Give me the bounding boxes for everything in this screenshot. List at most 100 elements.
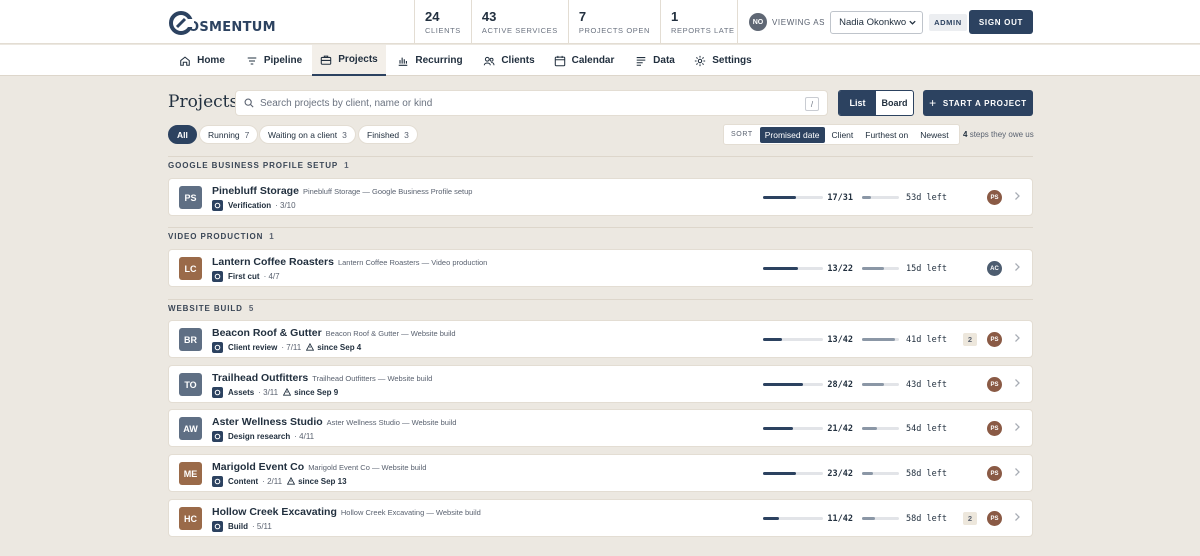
client-name: Lantern Coffee Roasters xyxy=(212,256,334,268)
nav-item-calendar[interactable]: Calendar xyxy=(546,45,622,76)
stat-value: 24 xyxy=(425,9,440,24)
time-progress-fill xyxy=(862,427,877,430)
project-row[interactable]: LC Lantern Coffee Roasters Lantern Coffee … xyxy=(168,249,1033,287)
filter-chip-finished[interactable]: Finished 3 xyxy=(358,125,418,144)
funnel-icon xyxy=(247,56,257,65)
filter-count: 3 xyxy=(404,129,409,140)
chevron-right-icon[interactable] xyxy=(1013,422,1021,435)
start-project-button[interactable]: + START A PROJECT xyxy=(923,90,1033,116)
task-progress-bar xyxy=(763,517,823,520)
client-avatar: BR xyxy=(179,328,202,351)
time-progress-fill xyxy=(862,383,885,386)
filter-count: 7 xyxy=(244,129,250,140)
filter-chip-running[interactable]: Running 7 xyxy=(199,125,259,144)
task-fraction: 17/31 xyxy=(827,193,853,203)
search-box[interactable]: / xyxy=(235,90,828,116)
sign-out-button[interactable]: SIGN OUT xyxy=(969,10,1033,34)
days-left: 53d left xyxy=(906,193,947,203)
chevron-right-icon[interactable] xyxy=(1013,262,1021,275)
warning-icon xyxy=(282,387,292,398)
stat-label: REPORTS LATE xyxy=(671,26,735,35)
filter-chip-all[interactable]: All xyxy=(168,125,197,144)
group-heading: WEBSITE BUILD 5 xyxy=(168,304,254,313)
step-icon xyxy=(212,476,223,487)
current-step: Build · 5/11 xyxy=(212,521,272,532)
task-progress-bar xyxy=(763,383,823,386)
nav-label: Clients xyxy=(501,55,535,66)
users-icon xyxy=(484,56,495,65)
group-count: 5 xyxy=(248,304,255,313)
step-icon xyxy=(212,271,223,282)
nav-item-clients[interactable]: Clients xyxy=(474,45,544,76)
group-divider xyxy=(168,227,1033,228)
nav-label: Home xyxy=(197,55,225,66)
step-name: Design research xyxy=(228,432,291,441)
project-title: Lantern Coffee Roasters Lantern Coffee Ro… xyxy=(212,256,487,268)
owed-steps-badge: 2 xyxy=(963,333,977,346)
viewing-as-label: VIEWING AS xyxy=(772,17,826,27)
task-fraction: 28/42 xyxy=(827,380,853,390)
view-board-button[interactable]: Board xyxy=(876,91,913,115)
step-number: · 4/7 xyxy=(263,272,280,281)
sort-option-newest[interactable]: Newest xyxy=(915,127,953,143)
current-step: Assets · 3/11 since Sep 9 xyxy=(212,387,338,398)
project-row[interactable]: HC Hollow Creek Excavating Hollow Creek Ex… xyxy=(168,499,1033,537)
project-row[interactable]: BR Beacon Roof & Gutter Beacon Roof & Gutt… xyxy=(168,320,1033,358)
brand-logo[interactable]: OSMENTUM xyxy=(168,8,276,38)
owner-avatar: PS xyxy=(987,466,1002,481)
step-icon xyxy=(212,521,223,532)
stat-active-services: 43 ACTIVE SERVICES xyxy=(470,0,568,44)
project-row[interactable]: ME Marigold Event Co Marigold Event Co — W… xyxy=(168,454,1033,492)
step-name: Verification xyxy=(228,201,272,210)
nav-item-home[interactable]: Home xyxy=(170,45,234,76)
client-avatar: HC xyxy=(179,507,202,530)
group-divider xyxy=(168,156,1033,157)
waiting-since: since Sep 13 xyxy=(298,477,347,486)
top-header: OSMENTUM 24 CLIENTS 43 ACTIVE SERVICES 7 PROJ… xyxy=(0,0,1200,44)
filter-label: Finished xyxy=(367,129,400,140)
nav-item-recurring[interactable]: Recurring xyxy=(390,45,470,76)
group-divider xyxy=(168,299,1033,300)
sort-option-furthest-on[interactable]: Furthest on xyxy=(860,127,913,143)
plus-icon: + xyxy=(929,96,937,110)
project-row[interactable]: AW Aster Wellness Studio Aster Wellness St… xyxy=(168,409,1033,447)
time-progress-bar xyxy=(862,427,899,430)
nav-item-pipeline[interactable]: Pipeline xyxy=(237,45,311,76)
brand-name: OSMENTUM xyxy=(188,20,276,35)
client-name: Trailhead Outfitters xyxy=(212,372,309,384)
nav-item-settings[interactable]: Settings xyxy=(688,45,758,76)
stat-label: ACTIVE SERVICES xyxy=(481,26,558,35)
client-avatar: ME xyxy=(179,462,202,485)
sort-option-client[interactable]: Client xyxy=(827,127,859,143)
project-row[interactable]: TO Trailhead Outfitters Trailhead Outfitte… xyxy=(168,365,1033,403)
sort-option-promised-date[interactable]: Promised date xyxy=(759,126,825,143)
view-list-button[interactable]: List xyxy=(839,91,876,115)
stats-bar: 24 CLIENTS 43 ACTIVE SERVICES 7 PROJECTS OPEN… xyxy=(414,0,745,44)
viewing-as-select[interactable]: Nadia Okonkwo xyxy=(830,10,924,34)
task-fraction: 23/42 xyxy=(827,469,853,479)
search-input[interactable] xyxy=(260,97,790,109)
sort-control: SORT Promised date Client Furthest on Newes… xyxy=(723,124,960,145)
client-avatar: PS xyxy=(179,186,202,209)
time-progress-fill xyxy=(862,472,874,475)
task-fraction: 13/42 xyxy=(827,335,853,345)
nav-item-projects[interactable]: Projects xyxy=(312,45,386,76)
client-name: Hollow Creek Excavating xyxy=(212,506,337,518)
task-progress-bar xyxy=(763,267,823,270)
filter-chip-waiting-on-a-client[interactable]: Waiting on a client 3 xyxy=(259,125,356,144)
owner-avatar: PS xyxy=(987,332,1002,347)
chevron-right-icon[interactable] xyxy=(1013,191,1021,204)
chevron-right-icon[interactable] xyxy=(1013,512,1021,525)
project-title: Marigold Event Co Marigold Event Co — Web… xyxy=(212,461,426,473)
project-row[interactable]: PS Pinebluff Storage Pinebluff Storage — G… xyxy=(168,178,1033,216)
task-progress-fill xyxy=(763,338,782,341)
project-subtitle: Hollow Creek Excavating — Website build xyxy=(340,508,481,517)
time-progress-bar xyxy=(862,472,899,475)
group-heading: GOOGLE BUSINESS PROFILE SETUP 1 xyxy=(168,161,349,170)
chevron-right-icon[interactable] xyxy=(1013,378,1021,391)
nav-item-data[interactable]: Data xyxy=(627,45,683,76)
chevron-right-icon[interactable] xyxy=(1013,333,1021,346)
project-title: Beacon Roof & Gutter Beacon Roof & Gutter… xyxy=(212,327,456,339)
logo-mark-icon xyxy=(169,11,194,35)
chevron-right-icon[interactable] xyxy=(1013,467,1021,480)
